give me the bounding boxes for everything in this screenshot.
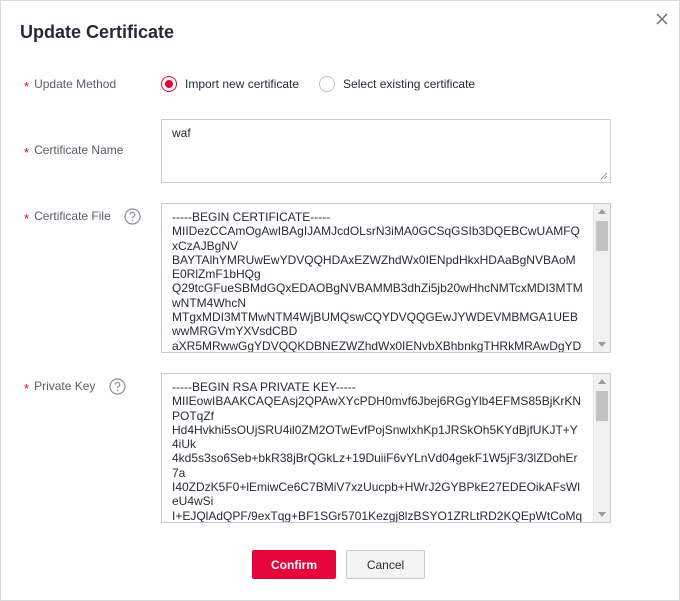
certificate-name-label: * Certificate Name xyxy=(24,143,124,160)
private-key-content: -----BEGIN RSA PRIVATE KEY----- MIIEowIB… xyxy=(172,380,588,523)
certificate-file-label: * Certificate File xyxy=(24,209,111,226)
code-line: E0RlZmF1bHQg xyxy=(172,267,261,282)
code-line: I40ZDzK5F0+lEmiwCe6C7BMiV7xzUucpb+HWrJ2G… xyxy=(172,480,580,495)
radio-existing-label: Select existing certificate xyxy=(343,77,476,91)
scroll-up-icon[interactable] xyxy=(598,209,606,214)
radio-select-existing-certificate[interactable]: Select existing certificate xyxy=(319,76,475,92)
certificate-name-value: waf xyxy=(172,126,191,140)
question-circle-icon[interactable] xyxy=(124,208,141,225)
code-line: -----BEGIN RSA PRIVATE KEY----- xyxy=(172,380,356,394)
dialog-title: Update Certificate xyxy=(20,22,175,42)
code-line: MTgxMDI3MTMwNTM4WjBUMQswCQYDVQQGEwJYWDEV… xyxy=(172,310,579,325)
scroll-down-icon[interactable] xyxy=(598,512,606,517)
code-line: MIIEowIBAAKCAQEAsj2QPAwXYcPDH0mvf6Jbej6R… xyxy=(172,394,582,409)
code-line: -----BEGIN CERTIFICATE----- xyxy=(172,210,331,224)
required-mark: * xyxy=(24,78,30,94)
update-method-radio-group: Import new certificate Select existing c… xyxy=(161,76,495,92)
private-key-scrollbar[interactable] xyxy=(593,374,610,522)
code-line: wNTM4WhcN xyxy=(172,295,246,310)
certificate-file-textarea[interactable]: -----BEGIN CERTIFICATE----- MIIDezCCAmOg… xyxy=(161,203,611,353)
required-mark: * xyxy=(24,144,30,160)
scroll-up-icon[interactable] xyxy=(598,379,606,384)
code-line: 7a xyxy=(172,465,186,480)
radio-import-new-certificate[interactable]: Import new certificate xyxy=(161,76,299,92)
private-key-label-text: Private Key xyxy=(34,379,96,393)
radio-unchecked-icon[interactable] xyxy=(319,76,336,92)
confirm-button[interactable]: Confirm xyxy=(252,550,336,579)
required-mark: * xyxy=(24,210,30,226)
private-key-textarea[interactable]: -----BEGIN RSA PRIVATE KEY----- MIIEowIB… xyxy=(161,373,611,523)
code-line: Q29tcGFueSBMdGQxEDAOBgNVBAMMB3dhZi5jb20w… xyxy=(172,281,583,296)
update-certificate-dialog: Update Certificate * Update Method Impor… xyxy=(0,0,680,601)
required-mark: * xyxy=(24,380,30,396)
update-method-label-text: Update Method xyxy=(34,77,117,91)
code-line: 4kd5s3so6Seb+bkR38jBrQGkLz+19DuiiF6vYLnV… xyxy=(172,451,578,466)
resize-handle-icon[interactable] xyxy=(600,172,608,180)
certificate-name-label-text: Certificate Name xyxy=(34,143,124,157)
update-method-label: * Update Method xyxy=(24,77,117,94)
scroll-thumb[interactable] xyxy=(596,221,608,251)
code-line: BAYTAlhYMRUwEwYDVQQHDAxEZWZhdWx0IENpdHkx… xyxy=(172,252,576,267)
code-line: I+EJQlAdQPF/9exTqg+BF1SGr5701Kezgj8lzBSY… xyxy=(172,508,583,523)
certificate-name-input[interactable]: waf xyxy=(161,119,611,183)
code-line: POTqZf xyxy=(172,408,215,423)
scroll-thumb[interactable] xyxy=(596,391,608,421)
cancel-button[interactable]: Cancel xyxy=(346,550,425,579)
private-key-label: * Private Key xyxy=(24,379,96,396)
radio-checked-icon[interactable] xyxy=(161,76,177,92)
code-line: 4iUk xyxy=(172,437,197,452)
radio-import-label: Import new certificate xyxy=(185,77,300,91)
code-line: aXR5MRwwGgYDVQQKDBNEZWZhdWx0IENvbXBhbnkg… xyxy=(172,338,582,353)
certificate-file-label-text: Certificate File xyxy=(34,209,111,223)
question-circle-icon[interactable] xyxy=(109,378,126,395)
code-line: Hd4Hvkhi5sOUjSRU4il0ZM2OTwEvfPojSnwlxhKp… xyxy=(172,422,578,437)
certificate-file-scrollbar[interactable] xyxy=(593,204,610,352)
code-line: xCzAJBgNV xyxy=(172,238,239,253)
close-icon[interactable] xyxy=(653,10,671,28)
code-line: eU4wSi xyxy=(172,494,214,509)
certificate-file-content: -----BEGIN CERTIFICATE----- MIIDezCCAmOg… xyxy=(172,210,588,353)
code-line: MIIDezCCAmOgAwIBAgIJAMJcdOLsrN3iMA0GCSqG… xyxy=(172,224,580,239)
code-line: wwMRGVmYXVsdCBD xyxy=(172,324,298,339)
scroll-down-icon[interactable] xyxy=(598,342,606,347)
